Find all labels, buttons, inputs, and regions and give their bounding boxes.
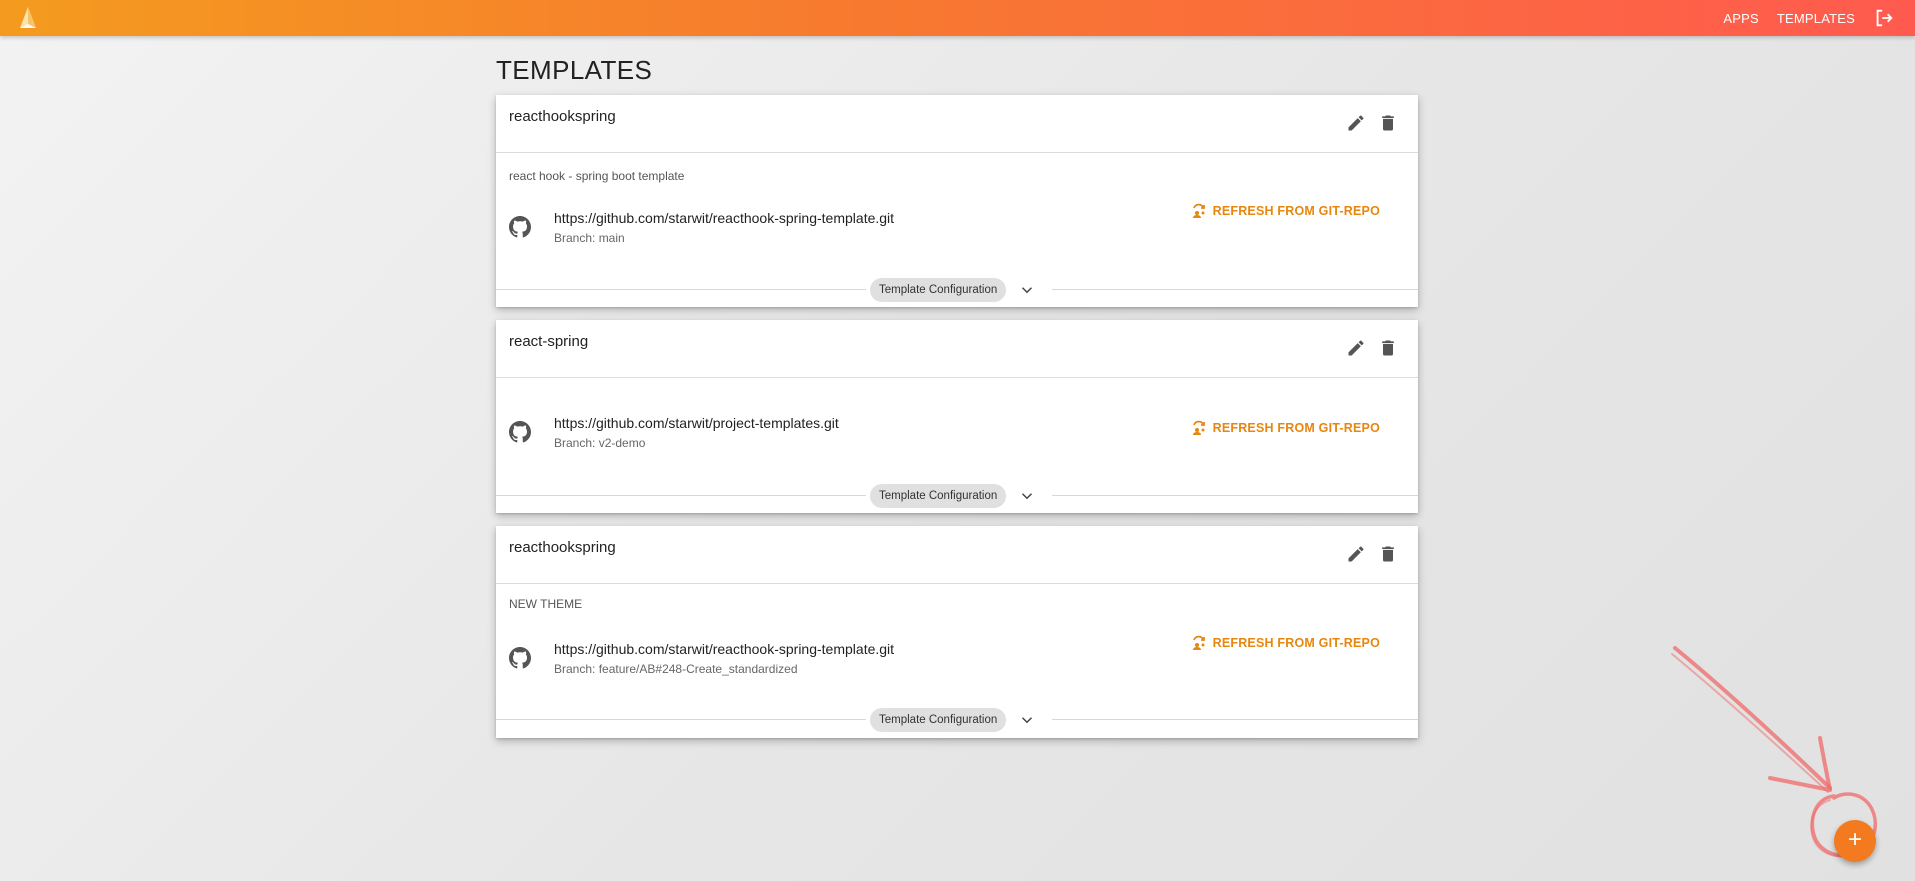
add-template-button[interactable]: + bbox=[1834, 820, 1876, 862]
refresh-git-icon bbox=[1192, 203, 1205, 218]
repo-url: https://github.com/starwit/project-templ… bbox=[554, 415, 839, 431]
refresh-from-git-button[interactable]: REFRESH FROM GIT-REPO bbox=[1191, 420, 1380, 436]
app-bar: APPS TEMPLATES bbox=[0, 0, 1915, 36]
refresh-from-git-button[interactable]: REFRESH FROM GIT-REPO bbox=[1191, 635, 1380, 651]
template-name: reacthookspring bbox=[509, 108, 616, 125]
pencil-icon[interactable] bbox=[1346, 338, 1366, 358]
refresh-label: REFRESH FROM GIT-REPO bbox=[1212, 636, 1380, 650]
template-name: react-spring bbox=[509, 333, 589, 350]
logout-icon[interactable] bbox=[1873, 7, 1895, 29]
divider bbox=[496, 289, 866, 290]
building-logo-icon[interactable] bbox=[14, 4, 42, 32]
chevron-down-icon[interactable] bbox=[1018, 281, 1036, 299]
card-actions bbox=[1346, 544, 1398, 564]
refresh-label: REFRESH FROM GIT-REPO bbox=[1212, 421, 1380, 435]
template-config-chip[interactable]: Template Configuration bbox=[870, 278, 1007, 302]
trash-icon[interactable] bbox=[1378, 338, 1398, 358]
template-config-chip[interactable]: Template Configuration bbox=[870, 708, 1007, 732]
divider bbox=[1052, 495, 1418, 496]
card-header: reacthookspring bbox=[496, 526, 1418, 584]
repo-url: https://github.com/starwit/reacthook-spr… bbox=[554, 641, 895, 657]
top-nav: APPS TEMPLATES bbox=[1723, 0, 1895, 36]
nav-templates-link[interactable]: TEMPLATES bbox=[1777, 11, 1855, 26]
divider bbox=[1052, 719, 1418, 720]
template-name: reacthookspring bbox=[509, 539, 616, 556]
template-config-bar: Template Configuration bbox=[496, 484, 1418, 508]
card-header: react-spring bbox=[496, 320, 1418, 378]
template-config-bar: Template Configuration bbox=[496, 708, 1418, 732]
template-card: react-spring https://github.com/starwit/… bbox=[496, 320, 1418, 513]
annotation-arrow-icon bbox=[1671, 646, 1878, 858]
trash-icon[interactable] bbox=[1378, 544, 1398, 564]
pencil-icon[interactable] bbox=[1346, 113, 1366, 133]
template-config-bar: Template Configuration bbox=[496, 278, 1418, 302]
divider bbox=[1052, 289, 1418, 290]
github-icon bbox=[509, 216, 531, 238]
refresh-label: REFRESH FROM GIT-REPO bbox=[1212, 204, 1380, 218]
github-icon bbox=[509, 421, 531, 443]
plus-icon: + bbox=[1847, 826, 1862, 853]
template-card: reacthookspring NEW THEME https://github… bbox=[496, 526, 1418, 738]
template-description: NEW THEME bbox=[509, 597, 583, 611]
refresh-git-icon bbox=[1192, 635, 1205, 650]
github-icon bbox=[509, 647, 531, 669]
chevron-down-icon[interactable] bbox=[1018, 487, 1036, 505]
refresh-git-icon bbox=[1192, 420, 1205, 435]
nav-apps-link[interactable]: APPS bbox=[1723, 11, 1758, 26]
divider bbox=[496, 719, 866, 720]
repo-branch: Branch: main bbox=[554, 231, 625, 245]
template-description: react hook - spring boot template bbox=[509, 169, 685, 183]
card-actions bbox=[1346, 113, 1398, 133]
chevron-down-icon[interactable] bbox=[1018, 711, 1036, 729]
repo-url: https://github.com/starwit/reacthook-spr… bbox=[554, 210, 895, 226]
pencil-icon[interactable] bbox=[1346, 544, 1366, 564]
repo-branch: Branch: feature/AB#248-Create_standardiz… bbox=[554, 662, 798, 676]
page-title: TEMPLATES bbox=[496, 55, 653, 85]
trash-icon[interactable] bbox=[1378, 113, 1398, 133]
card-actions bbox=[1346, 338, 1398, 358]
card-header: reacthookspring bbox=[496, 95, 1418, 153]
repo-branch: Branch: v2-demo bbox=[554, 436, 646, 450]
divider bbox=[496, 495, 866, 496]
template-config-chip[interactable]: Template Configuration bbox=[870, 484, 1007, 508]
refresh-from-git-button[interactable]: REFRESH FROM GIT-REPO bbox=[1191, 203, 1380, 219]
template-card: reacthookspring react hook - spring boot… bbox=[496, 95, 1418, 307]
